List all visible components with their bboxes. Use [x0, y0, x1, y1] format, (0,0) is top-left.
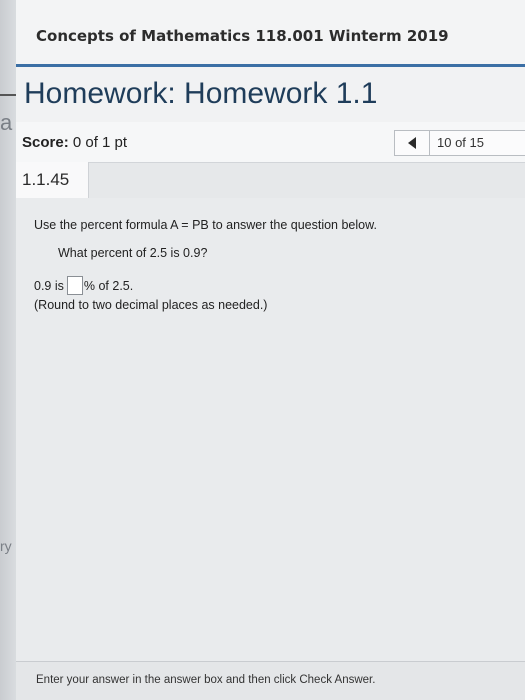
question-instruction: Use the percent formula A = PB to answer…: [34, 218, 377, 232]
sidebar-fragment-top: a: [0, 110, 13, 135]
previous-question-button[interactable]: [395, 131, 430, 155]
question-navigator: 10 of 15: [394, 130, 525, 156]
answer-line: 0.9 is % of 2.5.: [34, 276, 133, 295]
question-panel: Use the percent formula A = PB to answer…: [16, 198, 525, 662]
answer-prefix: 0.9 is: [34, 278, 64, 293]
answer-suffix: % of 2.5.: [83, 278, 134, 293]
course-header: Concepts of Mathematics 118.001 Winterm …: [16, 0, 525, 67]
score-value: 0 of 1 pt: [72, 134, 128, 151]
homework-header: Homework: Homework 1.1: [16, 67, 525, 123]
left-sidebar-edge: a ry: [0, 0, 16, 700]
question-number-tab: 1.1.45: [16, 162, 89, 199]
left-arrow-icon: [408, 137, 416, 149]
score: Score: 0 of 1 pt: [22, 134, 127, 151]
question-position[interactable]: 10 of 15: [437, 135, 484, 150]
score-label: Score:: [22, 134, 69, 151]
homework-title: Homework: Homework 1.1: [24, 77, 378, 110]
rounding-note: (Round to two decimal places as needed.): [34, 298, 268, 312]
score-bar: Score: 0 of 1 pt 10 of 15: [16, 122, 525, 163]
question-number: 1.1.45: [22, 170, 70, 189]
footer-hint-bar: Enter your answer in the answer box and …: [16, 661, 525, 700]
sidebar-fragment-bottom: ry: [0, 538, 12, 554]
answer-input[interactable]: [66, 276, 83, 295]
footer-hint: Enter your answer in the answer box and …: [36, 674, 376, 686]
question-prompt: What percent of 2.5 is 0.9?: [58, 246, 208, 260]
course-title: Concepts of Mathematics 118.001 Winterm …: [36, 27, 449, 45]
